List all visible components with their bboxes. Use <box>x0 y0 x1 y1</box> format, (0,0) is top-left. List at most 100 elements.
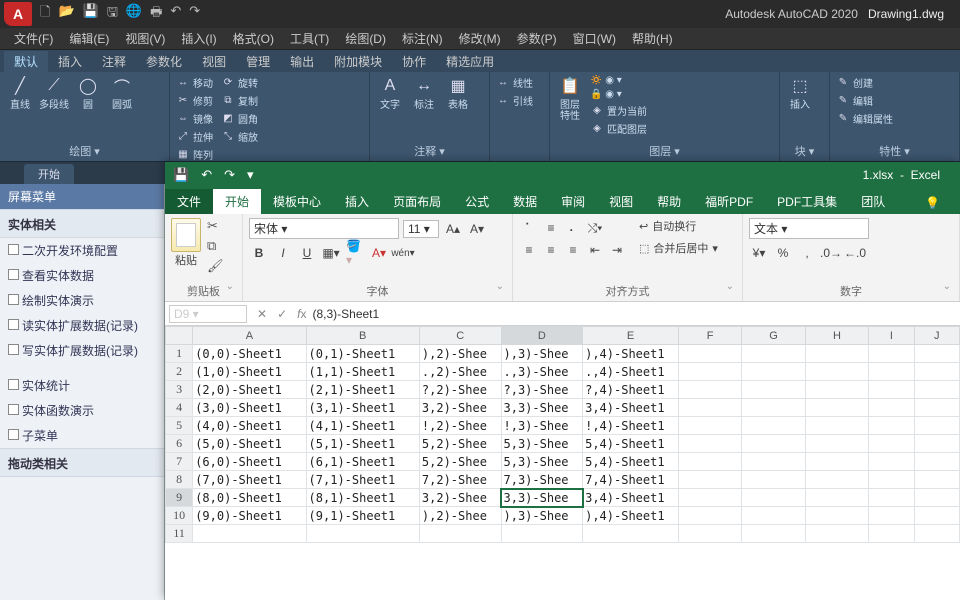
cell-H5[interactable] <box>805 417 868 435</box>
font-size-select[interactable]: 11 ▾ <box>403 220 439 238</box>
xl-tab-模板中心[interactable]: 模板中心 <box>261 189 333 214</box>
cell-A3[interactable]: (2,0)-Sheet1 <box>193 381 306 399</box>
redo-icon[interactable]: ↷ <box>189 3 200 25</box>
col-header-G[interactable]: G <box>742 327 805 345</box>
cell-C10[interactable]: ),2)-Shee <box>419 507 501 525</box>
cell-H11[interactable] <box>805 525 868 543</box>
cell-G6[interactable] <box>742 435 805 453</box>
menu-绘图(D)[interactable]: 绘图(D) <box>337 30 394 47</box>
side-item-写实体扩展数据(记录)[interactable]: 写实体扩展数据(记录) <box>0 338 164 363</box>
doc-tab-start[interactable]: 开始 <box>24 164 74 184</box>
cell-I5[interactable] <box>869 417 914 435</box>
layer-置为当前[interactable]: ◈置为当前 <box>588 102 649 119</box>
row-header-5[interactable]: 5 <box>166 417 193 435</box>
inc-decimal-icon[interactable]: .0→ <box>821 243 841 263</box>
tell-me-icon[interactable]: 💡 <box>913 192 952 214</box>
side-item-子菜单[interactable]: 子菜单 <box>0 423 164 448</box>
align-left-icon[interactable]: ≡ <box>519 240 539 260</box>
layer-row[interactable]: 🔅 ◉ ▾ <box>588 74 649 87</box>
cell-H8[interactable] <box>805 471 868 489</box>
indent-inc-icon[interactable]: ⇥ <box>607 240 627 260</box>
cell-J8[interactable] <box>914 471 959 489</box>
cell-E10[interactable]: ),4)-Sheet1 <box>583 507 679 525</box>
cell-G11[interactable] <box>742 525 805 543</box>
fill-color-icon[interactable]: 🪣▾ <box>345 243 365 263</box>
cell-G10[interactable] <box>742 507 805 525</box>
cell-A9[interactable]: (8,0)-Sheet1 <box>193 489 306 507</box>
paste-button[interactable]: 粘贴 <box>171 218 201 268</box>
xl-tab-文件[interactable]: 文件 <box>165 189 213 214</box>
ribtab-默认[interactable]: 默认 <box>4 51 48 72</box>
cancel-icon[interactable]: ✕ <box>257 307 267 321</box>
open-icon[interactable]: 📂 <box>58 3 74 25</box>
ribtab-精选应用[interactable]: 精选应用 <box>436 51 504 72</box>
col-header-F[interactable]: F <box>678 327 741 345</box>
ribtab-参数化[interactable]: 参数化 <box>136 51 192 72</box>
row-header-8[interactable]: 8 <box>166 471 193 489</box>
row-header-3[interactable]: 3 <box>166 381 193 399</box>
cell-I6[interactable] <box>869 435 914 453</box>
border-icon[interactable]: ▦▾ <box>321 243 341 263</box>
acad-logo-icon[interactable]: A <box>4 2 32 26</box>
font-color-icon[interactable]: A▾ <box>369 243 389 263</box>
cell-B7[interactable]: (6,1)-Sheet1 <box>306 453 419 471</box>
row-header-7[interactable]: 7 <box>166 453 193 471</box>
cell-I1[interactable] <box>869 345 914 363</box>
increase-font-icon[interactable]: A▴ <box>443 219 463 239</box>
draw-圆[interactable]: ◯圆 <box>72 74 104 111</box>
modify-拉伸[interactable]: ⤢拉伸 <box>174 128 215 145</box>
cell-B6[interactable]: (5,1)-Sheet1 <box>306 435 419 453</box>
menu-修改(M)[interactable]: 修改(M) <box>451 30 509 47</box>
draw-多段线[interactable]: ⟋多段线 <box>38 74 70 111</box>
cell-C7[interactable]: 5,2)-Shee <box>419 453 501 471</box>
cell-G8[interactable] <box>742 471 805 489</box>
cell-G7[interactable] <box>742 453 805 471</box>
prop-编辑[interactable]: ✎编辑 <box>834 92 895 109</box>
cell-G1[interactable] <box>742 345 805 363</box>
cell-D7[interactable]: 5,3)-Shee <box>501 453 583 471</box>
xl-tab-帮助[interactable]: 帮助 <box>645 189 693 214</box>
cell-E3[interactable]: ?,4)-Sheet1 <box>583 381 679 399</box>
underline-button[interactable]: U <box>297 243 317 263</box>
cell-A10[interactable]: (9,0)-Sheet1 <box>193 507 306 525</box>
row-header-2[interactable]: 2 <box>166 363 193 381</box>
menu-窗口(W)[interactable]: 窗口(W) <box>565 30 624 47</box>
annot-标注[interactable]: ↔标注 <box>408 74 440 111</box>
insert-button[interactable]: ⬚插入 <box>784 74 816 111</box>
menu-帮助(H)[interactable]: 帮助(H) <box>624 30 681 47</box>
bold-button[interactable]: B <box>249 243 269 263</box>
cell-B8[interactable]: (7,1)-Sheet1 <box>306 471 419 489</box>
modify-移动[interactable]: ↔移动 <box>174 74 215 91</box>
ribtab-插入[interactable]: 插入 <box>48 51 92 72</box>
cell-B4[interactable]: (3,1)-Sheet1 <box>306 399 419 417</box>
cell-F11[interactable] <box>678 525 741 543</box>
menu-文件(F)[interactable]: 文件(F) <box>6 30 61 47</box>
cell-E2[interactable]: .,4)-Sheet1 <box>583 363 679 381</box>
menu-标注(N)[interactable]: 标注(N) <box>394 30 451 47</box>
cell-H10[interactable] <box>805 507 868 525</box>
align-middle-icon[interactable]: ≡ <box>541 218 561 238</box>
save-icon[interactable]: 💾 <box>173 167 189 183</box>
cell-E11[interactable] <box>583 525 679 543</box>
cell-D9[interactable]: 3,3)-Shee <box>501 489 583 507</box>
cell-I2[interactable] <box>869 363 914 381</box>
cell-D2[interactable]: .,3)-Shee <box>501 363 583 381</box>
dec-decimal-icon[interactable]: ←.0 <box>845 243 865 263</box>
cell-F1[interactable] <box>678 345 741 363</box>
new-icon[interactable]: 🗋 <box>40 3 50 25</box>
cell-B3[interactable]: (2,1)-Sheet1 <box>306 381 419 399</box>
cell-G9[interactable] <box>742 489 805 507</box>
menu-插入(I)[interactable]: 插入(I) <box>173 30 224 47</box>
line-线性[interactable]: ↔线性 <box>494 74 535 91</box>
cell-J10[interactable] <box>914 507 959 525</box>
cell-D11[interactable] <box>501 525 583 543</box>
side-item-实体统计[interactable]: 实体统计 <box>0 373 164 398</box>
fx-icon[interactable]: fx <box>297 307 306 321</box>
modify-修剪[interactable]: ✂修剪 <box>174 92 215 109</box>
annot-文字[interactable]: A文字 <box>374 74 406 111</box>
comma-icon[interactable]: , <box>797 243 817 263</box>
xl-tab-数据[interactable]: 数据 <box>501 189 549 214</box>
cell-H7[interactable] <box>805 453 868 471</box>
cell-G2[interactable] <box>742 363 805 381</box>
col-header-C[interactable]: C <box>419 327 501 345</box>
